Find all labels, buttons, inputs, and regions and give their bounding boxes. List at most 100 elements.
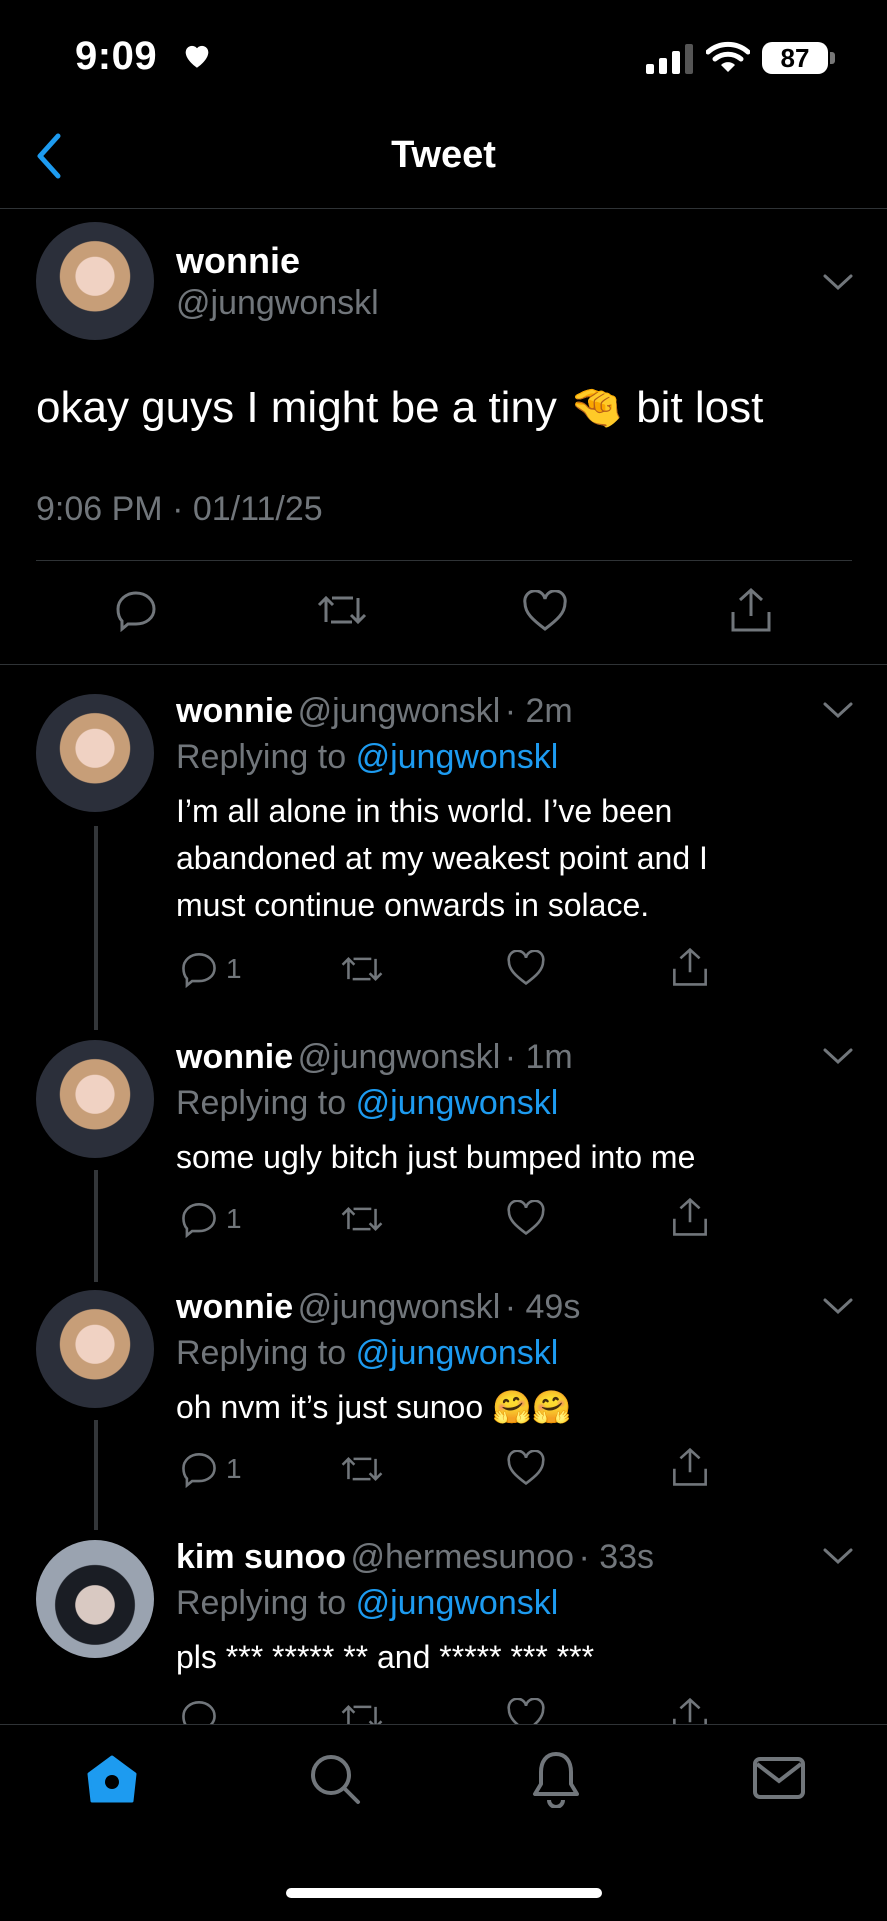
reply-button[interactable]: 1	[180, 1450, 242, 1488]
reply-text: I’m all alone in this world. I’ve been a…	[176, 788, 708, 929]
share-icon[interactable]	[728, 586, 774, 634]
replying-label: Replying to	[176, 1584, 347, 1622]
author-name[interactable]: wonnie	[176, 1288, 293, 1326]
replying-to: Replying to @jungwonskl	[176, 738, 558, 777]
battery-indicator: 87	[762, 42, 828, 74]
reply-icon[interactable]	[114, 588, 158, 632]
reply-header: kim sunoo @hermesunoo · 33s	[176, 1538, 654, 1577]
author-handle[interactable]: @jungwonskl	[298, 1038, 501, 1076]
thread-line	[94, 826, 98, 1030]
page-title: Tweet	[391, 134, 496, 176]
reply-text-line: some ugly bitch just bumped into me	[176, 1139, 696, 1175]
tweet-text-end: bit lost	[636, 383, 764, 432]
reply-time: · 1m	[504, 1038, 573, 1076]
replying-to: Replying to @jungwonskl	[176, 1584, 558, 1623]
reply-text-line: pls *** ***** ** and ***** *** ***	[176, 1639, 595, 1675]
replying-to-link[interactable]: @jungwonskl	[356, 1084, 559, 1122]
author-name[interactable]: kim sunoo	[176, 1538, 346, 1576]
reply-count: 1	[226, 1453, 242, 1484]
header-divider	[0, 208, 887, 209]
replying-to-link[interactable]: @jungwonskl	[356, 1334, 559, 1372]
home-indicator	[286, 1888, 602, 1898]
reply-icon	[182, 1453, 216, 1488]
share-icon[interactable]	[670, 1196, 710, 1238]
avatar[interactable]	[36, 1290, 154, 1408]
replying-label: Replying to	[176, 1334, 347, 1372]
reply-text-line: I’m all alone in this world. I’ve been	[176, 793, 673, 829]
author-handle[interactable]: @jungwonskl	[298, 1288, 501, 1326]
actions-divider	[0, 664, 887, 665]
retweet-icon[interactable]	[316, 590, 368, 630]
status-time: 9:09	[75, 34, 158, 78]
share-icon[interactable]	[670, 946, 710, 988]
avatar[interactable]	[36, 1040, 154, 1158]
thread-line	[94, 1170, 98, 1282]
author-handle[interactable]: @jungwonskl	[298, 692, 501, 730]
replying-to-link[interactable]: @jungwonskl	[356, 738, 559, 776]
tweet-timestamp: 9:06 PM · 01/11/25	[36, 490, 323, 528]
thread-line	[94, 1420, 98, 1530]
avatar[interactable]	[36, 222, 154, 340]
tweet-text-start: okay guys I might be a tiny	[36, 383, 557, 432]
chevron-down-icon[interactable]	[822, 1046, 854, 1066]
messages-icon[interactable]	[752, 1756, 806, 1800]
chevron-down-icon[interactable]	[822, 1296, 854, 1316]
reply-icon[interactable]	[180, 1698, 218, 1724]
replying-to: Replying to @jungwonskl	[176, 1084, 558, 1123]
notifications-icon[interactable]	[532, 1750, 580, 1808]
like-icon[interactable]	[506, 1450, 546, 1486]
avatar[interactable]	[36, 694, 154, 812]
reply-text: oh nvm it’s just sunoo 🤗🤗	[176, 1384, 572, 1431]
tweet-text: okay guys I might be a tiny 🤏 bit lost	[36, 380, 763, 436]
wifi-icon	[706, 41, 750, 72]
pinching-hand-emoji: 🤏	[569, 383, 624, 432]
retweet-icon[interactable]	[340, 1452, 384, 1486]
retweet-icon[interactable]	[340, 952, 384, 986]
home-icon[interactable]	[86, 1754, 138, 1804]
reply-icon	[182, 1203, 216, 1238]
reply-text: pls *** ***** ** and ***** *** ***	[176, 1634, 594, 1681]
reply-count: 1	[226, 1203, 242, 1234]
replying-label: Replying to	[176, 738, 347, 776]
reply-header: wonnie @jungwonskl · 2m	[176, 692, 573, 731]
clipped-action-row	[0, 1696, 887, 1724]
search-icon[interactable]	[308, 1752, 362, 1806]
replying-label: Replying to	[176, 1084, 347, 1122]
meta-divider	[36, 560, 852, 561]
reply-time: · 49s	[504, 1288, 581, 1326]
avatar[interactable]	[36, 1540, 154, 1658]
chevron-down-icon[interactable]	[822, 700, 854, 720]
share-icon[interactable]	[670, 1446, 710, 1488]
reply-text-line: oh nvm it’s just sunoo 🤗🤗	[176, 1389, 572, 1425]
author-name[interactable]: wonnie	[176, 1038, 293, 1076]
author-handle[interactable]: @hermesunoo	[350, 1538, 574, 1576]
reply-time: · 2m	[504, 692, 573, 730]
heart-icon	[185, 45, 209, 68]
reply-text-line: must continue onwards in solace.	[176, 887, 650, 923]
author-name[interactable]: wonnie	[176, 240, 300, 282]
reply-header: wonnie @jungwonskl · 49s	[176, 1288, 580, 1327]
cellular-signal-icon	[646, 44, 693, 74]
like-icon[interactable]	[506, 1200, 546, 1236]
reply-icon	[182, 953, 216, 988]
reply-button[interactable]: 1	[180, 950, 242, 988]
author-name[interactable]: wonnie	[176, 692, 293, 730]
author-handle[interactable]: @jungwonskl	[176, 284, 379, 323]
reply-time: · 33s	[578, 1538, 655, 1576]
like-icon[interactable]	[522, 590, 568, 632]
battery-nub	[830, 52, 835, 64]
share-icon[interactable]	[670, 1696, 710, 1724]
chevron-down-icon[interactable]	[822, 272, 854, 292]
chevron-down-icon[interactable]	[822, 1546, 854, 1566]
reply-button[interactable]: 1	[180, 1200, 242, 1238]
retweet-icon[interactable]	[340, 1700, 384, 1724]
replying-to: Replying to @jungwonskl	[176, 1334, 558, 1373]
reply-text-line: abandoned at my weakest point and I	[176, 840, 708, 876]
reply-count: 1	[226, 953, 242, 984]
like-icon[interactable]	[506, 1698, 546, 1724]
reply-text: some ugly bitch just bumped into me	[176, 1134, 695, 1181]
reply-header: wonnie @jungwonskl · 1m	[176, 1038, 573, 1077]
like-icon[interactable]	[506, 950, 546, 986]
retweet-icon[interactable]	[340, 1202, 384, 1236]
replying-to-link[interactable]: @jungwonskl	[356, 1584, 559, 1622]
